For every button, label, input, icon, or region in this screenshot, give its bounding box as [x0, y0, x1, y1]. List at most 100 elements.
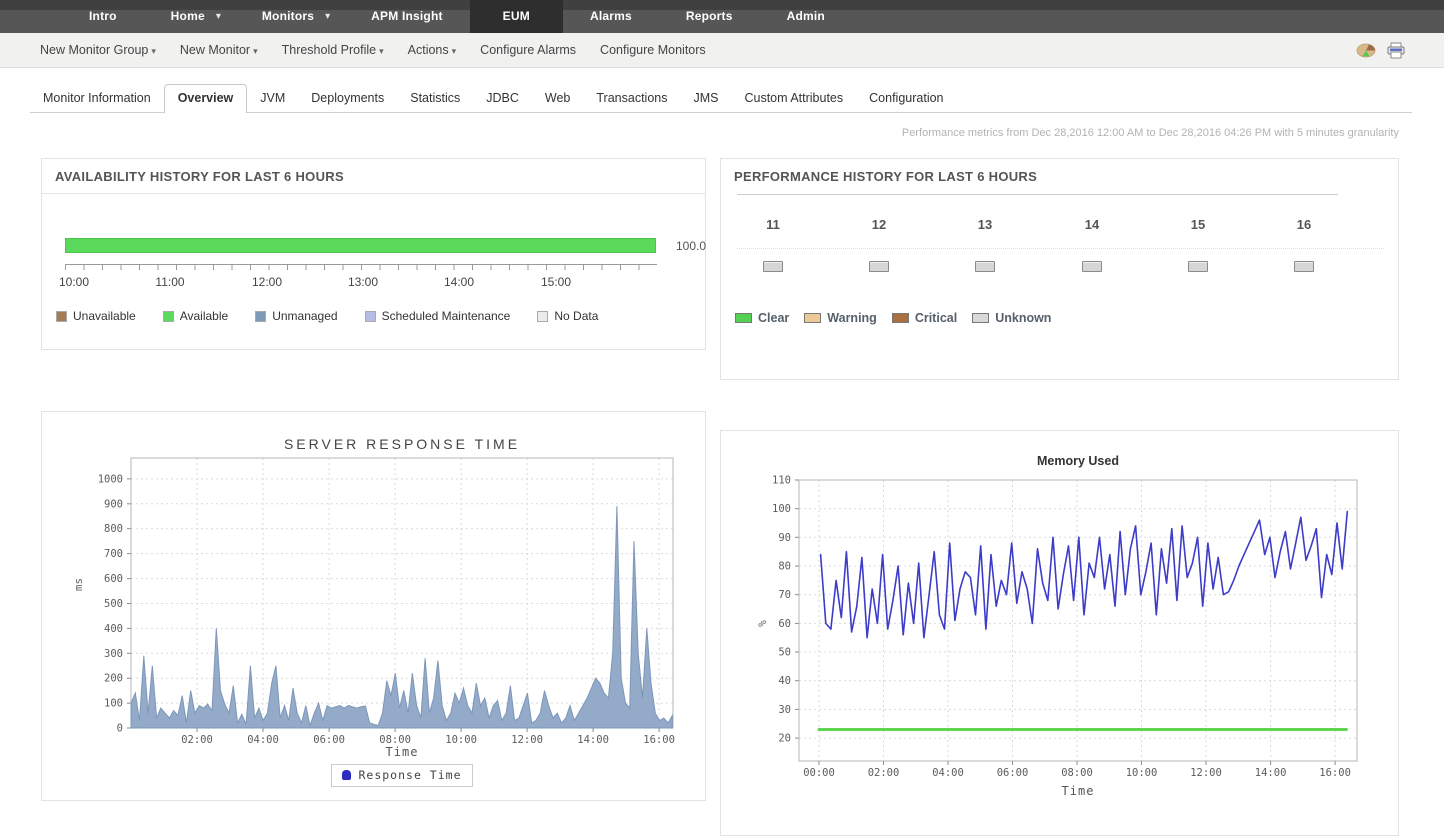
tab-jdbc[interactable]: JDBC [473, 85, 532, 112]
scheduled-maintenance-swatch [365, 311, 376, 322]
status-cell-unknown[interactable] [1082, 261, 1102, 272]
critical-swatch [892, 313, 909, 323]
header-divider [737, 194, 1338, 195]
svg-text:200: 200 [104, 673, 123, 685]
tab-jvm[interactable]: JVM [247, 85, 298, 112]
unmanaged-swatch [255, 311, 266, 322]
legend-item: Unknown [972, 311, 1051, 325]
status-cell-unknown[interactable] [1188, 261, 1208, 272]
svg-text:08:00: 08:00 [1061, 767, 1093, 779]
svg-text:40: 40 [778, 675, 791, 687]
performance-panel-title: PERFORMANCE HISTORY FOR LAST 6 HOURS [721, 159, 1398, 194]
configure-alarms-button[interactable]: Configure Alarms [480, 43, 576, 57]
hour-label: 12 [859, 217, 899, 232]
legend-item: Response Time [331, 764, 472, 787]
tab-statistics[interactable]: Statistics [397, 85, 473, 112]
legend-label: Unavailable [73, 309, 136, 323]
hour-label: 16 [1284, 217, 1324, 232]
new-monitor-button[interactable]: New Monitor▾ [180, 43, 258, 57]
pie-chart-icon[interactable] [1356, 42, 1376, 59]
hour-label: 13 [965, 217, 1005, 232]
status-cell-unknown[interactable] [763, 261, 783, 272]
svg-text:100: 100 [104, 698, 123, 710]
tab-web[interactable]: Web [532, 85, 583, 112]
svg-text:900: 900 [104, 498, 123, 510]
svg-text:16:00: 16:00 [1319, 767, 1351, 779]
nav-item-admin[interactable]: Admin [760, 0, 852, 33]
tab-monitor-information[interactable]: Monitor Information [30, 85, 164, 112]
legend-label: Unknown [995, 311, 1051, 325]
print-icon[interactable] [1386, 42, 1406, 59]
legend-item: Critical [892, 311, 957, 325]
tab-custom-attributes[interactable]: Custom Attributes [731, 85, 856, 112]
legend-item: Warning [804, 311, 877, 325]
status-cell-unknown[interactable] [975, 261, 995, 272]
hour-column: 16 [1284, 217, 1324, 272]
actions-button[interactable]: Actions▾ [408, 43, 457, 57]
axis-tick-label: 15:00 [534, 275, 578, 289]
monitor-tabbar: Monitor Information Overview JVM Deploym… [30, 86, 1412, 113]
performance-metrics-note: Performance metrics from Dec 28,2016 12:… [902, 127, 1399, 139]
memory-used-panel: Memory Used 203040506070809010011000:000… [720, 430, 1399, 836]
new-monitor-group-label: New Monitor Group [40, 43, 148, 57]
nav-item-eum[interactable]: EUM [470, 0, 563, 33]
new-monitor-group-button[interactable]: New Monitor Group▾ [40, 43, 156, 57]
clear-swatch [735, 313, 752, 323]
action-toolbar: New Monitor Group▾ New Monitor▾ Threshol… [0, 33, 1444, 68]
svg-text:10:00: 10:00 [1126, 767, 1158, 779]
legend-label: Clear [758, 311, 789, 325]
new-monitor-label: New Monitor [180, 43, 250, 57]
x-axis-label: Time [131, 745, 673, 759]
svg-text:06:00: 06:00 [997, 767, 1029, 779]
nav-item-reports[interactable]: Reports [659, 0, 760, 33]
tab-jms[interactable]: JMS [680, 85, 731, 112]
svg-text:30: 30 [778, 704, 791, 716]
chevron-down-icon: ▾ [151, 46, 156, 56]
legend-item: Unmanaged [255, 309, 337, 323]
nav-item-apm-insight[interactable]: APM Insight [344, 0, 470, 33]
nav-item-alarms[interactable]: Alarms [563, 0, 659, 33]
status-cell-unknown[interactable] [1294, 261, 1314, 272]
chevron-down-icon[interactable]: ▾ [216, 0, 235, 33]
hour-label: 14 [1072, 217, 1112, 232]
hour-column: 15 [1178, 217, 1218, 272]
threshold-profile-button[interactable]: Threshold Profile▾ [282, 43, 384, 57]
svg-text:400: 400 [104, 623, 123, 635]
axis-tick-label: 11:00 [148, 275, 192, 289]
svg-text:110: 110 [772, 475, 791, 487]
chevron-down-icon[interactable]: ▾ [325, 0, 344, 33]
availability-legend: Unavailable Available Unmanaged Schedule… [56, 309, 598, 323]
status-cell-unknown[interactable] [869, 261, 889, 272]
tab-overview[interactable]: Overview [164, 84, 248, 113]
svg-text:0: 0 [117, 723, 123, 735]
svg-text:20: 20 [778, 733, 791, 745]
warning-swatch [804, 313, 821, 323]
svg-text:600: 600 [104, 573, 123, 585]
legend-item: Available [163, 309, 228, 323]
svg-text:60: 60 [778, 618, 791, 630]
legend-label: No Data [554, 309, 598, 323]
availability-value: 100.0 [662, 239, 706, 253]
svg-text:1000: 1000 [98, 473, 123, 485]
svg-text:300: 300 [104, 648, 123, 660]
axis-tick-label: 12:00 [245, 275, 289, 289]
hour-column: 13 [965, 217, 1005, 272]
legend-label: Unmanaged [272, 309, 337, 323]
nav-item-intro[interactable]: Intro [62, 0, 144, 33]
svg-text:14:00: 14:00 [1255, 767, 1287, 779]
configure-monitors-button[interactable]: Configure Monitors [600, 43, 706, 57]
svg-text:50: 50 [778, 647, 791, 659]
chevron-down-icon: ▾ [253, 46, 258, 56]
legend-item: Clear [735, 311, 789, 325]
svg-text:800: 800 [104, 523, 123, 535]
svg-text:70: 70 [778, 589, 791, 601]
tab-configuration[interactable]: Configuration [856, 85, 956, 112]
availability-bar[interactable] [65, 238, 656, 253]
tab-deployments[interactable]: Deployments [298, 85, 397, 112]
unknown-swatch [972, 313, 989, 323]
svg-text:100: 100 [772, 503, 791, 515]
svg-text:90: 90 [778, 532, 791, 544]
svg-text:12:00: 12:00 [1190, 767, 1222, 779]
tab-transactions[interactable]: Transactions [583, 85, 680, 112]
legend-label: Critical [915, 311, 957, 325]
